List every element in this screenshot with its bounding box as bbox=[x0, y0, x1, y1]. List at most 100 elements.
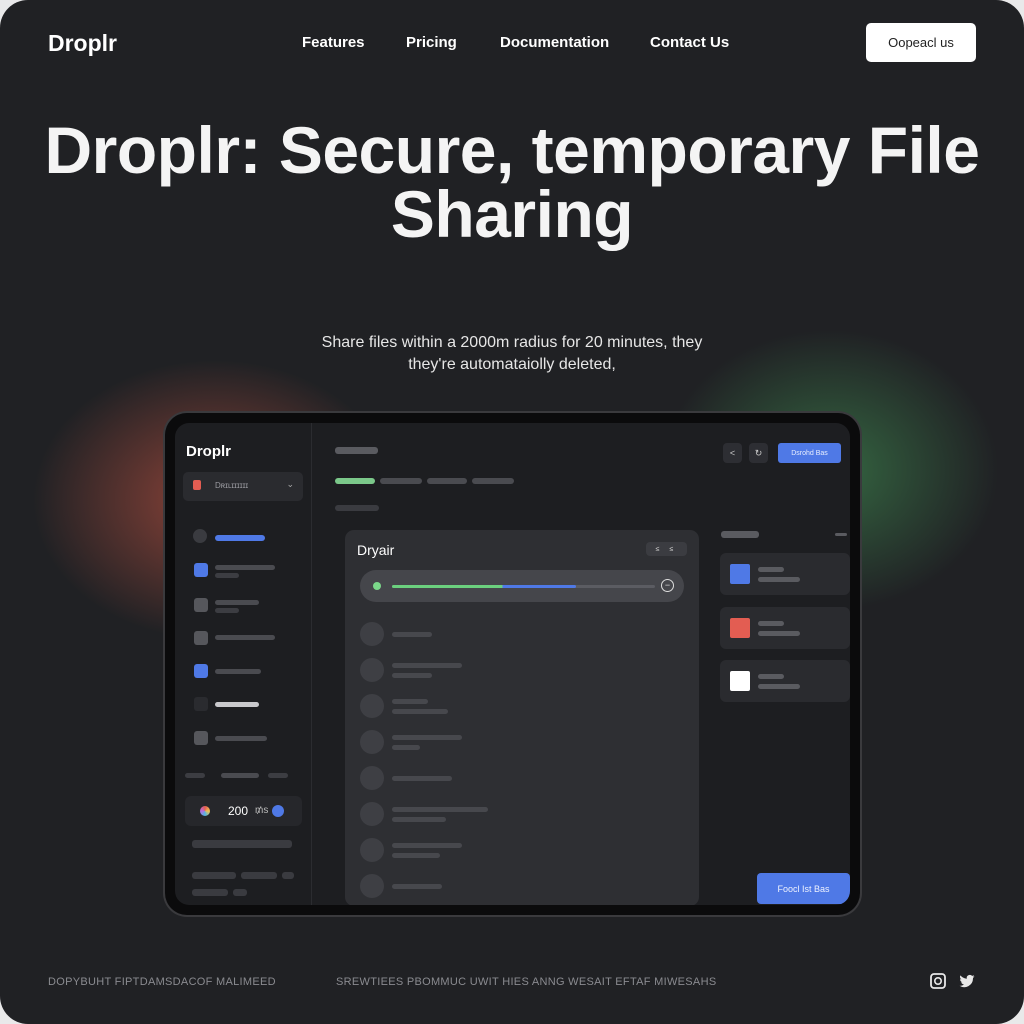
nav-contact[interactable]: Contact Us bbox=[650, 34, 729, 51]
recent-item-label bbox=[758, 621, 784, 626]
file-color-icon bbox=[730, 671, 750, 691]
recent-item-label bbox=[758, 674, 784, 679]
nav-documentation[interactable]: Documentation bbox=[500, 34, 609, 51]
refresh-icon[interactable]: ↻ bbox=[749, 443, 768, 463]
file-avatar bbox=[360, 802, 384, 826]
folder-icon bbox=[194, 731, 208, 745]
file-meta bbox=[392, 745, 420, 750]
file-row[interactable] bbox=[360, 766, 680, 792]
share-icon[interactable]: < bbox=[723, 443, 742, 463]
tab[interactable] bbox=[472, 478, 514, 484]
card-title: Dryair bbox=[357, 542, 395, 558]
sidebar-item-label bbox=[215, 600, 259, 605]
folder-icon bbox=[194, 664, 208, 678]
sidebar-footer-bar bbox=[192, 872, 236, 879]
status-dot bbox=[272, 805, 284, 817]
file-row[interactable] bbox=[360, 802, 680, 828]
file-meta bbox=[392, 817, 446, 822]
file-avatar bbox=[360, 838, 384, 862]
file-name bbox=[392, 807, 488, 812]
file-avatar bbox=[360, 658, 384, 682]
upload-progress[interactable]: − bbox=[360, 570, 684, 602]
file-avatar bbox=[360, 766, 384, 790]
section-divider bbox=[185, 773, 205, 778]
sidebar-item-label bbox=[215, 565, 275, 570]
file-meta bbox=[392, 853, 440, 858]
file-row[interactable] bbox=[360, 694, 680, 720]
section-divider bbox=[221, 773, 259, 778]
app-logo: Droplr bbox=[186, 443, 231, 460]
app-sidebar: Droplr Dʀɪʟɪɪɪɪɪɪ ⌄ 200 ₥s bbox=[175, 423, 312, 905]
recent-heading bbox=[721, 531, 759, 538]
app-screen: Droplr Dʀɪʟɪɪɪɪɪɪ ⌄ 200 ₥s < ↻ Dsrohd Ba… bbox=[175, 423, 850, 905]
nav-cta-button[interactable]: Oopeacl us bbox=[866, 23, 976, 62]
file-row[interactable] bbox=[360, 730, 680, 756]
file-name bbox=[392, 663, 462, 668]
credits-value: 200 bbox=[228, 804, 249, 818]
drop-card: Dryair ≤ ≤ − bbox=[345, 530, 699, 905]
more-icon[interactable] bbox=[835, 533, 847, 536]
recent-item-meta bbox=[758, 631, 800, 636]
file-row[interactable] bbox=[360, 838, 680, 864]
nav-pricing[interactable]: Pricing bbox=[406, 34, 457, 51]
file-avatar bbox=[360, 694, 384, 718]
file-color-icon bbox=[730, 618, 750, 638]
view-toggle[interactable]: ≤ ≤ bbox=[646, 542, 687, 556]
recent-item-label bbox=[758, 567, 784, 572]
section-label bbox=[335, 505, 379, 511]
credits-widget[interactable]: 200 ₥s bbox=[185, 796, 302, 826]
footer-tagline: SREWTIEES PBOMMUC UWIT HIES ANNG WESAIT … bbox=[336, 976, 717, 988]
file-row[interactable] bbox=[360, 622, 680, 648]
folder-icon bbox=[194, 563, 208, 577]
workspace-label: Dʀɪʟɪɪɪɪɪɪ bbox=[215, 481, 249, 490]
app-preview-device: Droplr Dʀɪʟɪɪɪɪɪɪ ⌄ 200 ₥s < ↻ Dsrohd Ba… bbox=[165, 413, 860, 915]
credits-unit: ₥s bbox=[255, 805, 269, 816]
sidebar-footer-bar bbox=[282, 872, 294, 879]
footer-copyright: DOPYBUHT FIPTDAMSDACOF MALIMEED bbox=[48, 976, 276, 988]
file-avatar bbox=[360, 730, 384, 754]
file-avatar bbox=[360, 874, 384, 898]
status-dot bbox=[373, 582, 381, 590]
file-icon bbox=[193, 480, 201, 490]
upload-button[interactable]: Dsrohd Bas bbox=[778, 443, 841, 463]
sidebar-item-label bbox=[215, 736, 267, 741]
recent-item[interactable] bbox=[720, 607, 850, 649]
tab[interactable] bbox=[380, 478, 422, 484]
file-row[interactable] bbox=[360, 874, 680, 900]
tab-active[interactable] bbox=[335, 478, 375, 484]
folder-icon bbox=[194, 631, 208, 645]
file-name bbox=[392, 632, 432, 637]
file-avatar bbox=[360, 622, 384, 646]
file-name bbox=[392, 776, 452, 781]
twitter-icon[interactable] bbox=[958, 972, 976, 990]
sidebar-footer-bar bbox=[192, 889, 228, 896]
folder-icon bbox=[194, 598, 208, 612]
file-name bbox=[392, 699, 428, 704]
sidebar-item-meta bbox=[215, 608, 239, 613]
sidebar-item-label bbox=[215, 535, 265, 541]
sidebar-footer-bar bbox=[241, 872, 277, 879]
nav-features[interactable]: Features bbox=[302, 34, 365, 51]
file-row[interactable] bbox=[360, 658, 680, 684]
workspace-selector[interactable]: Dʀɪʟɪɪɪɪɪɪ ⌄ bbox=[183, 472, 303, 501]
recent-item[interactable] bbox=[720, 553, 850, 595]
sidebar-footer-bar bbox=[233, 889, 247, 896]
file-color-icon bbox=[730, 564, 750, 584]
recent-item[interactable] bbox=[720, 660, 850, 702]
bottom-action-button[interactable]: Foocl Ist Bas bbox=[757, 873, 850, 904]
sidebar-item-label bbox=[215, 669, 261, 674]
tab[interactable] bbox=[427, 478, 467, 484]
file-name bbox=[392, 884, 442, 889]
file-meta bbox=[392, 673, 432, 678]
sidebar-item-meta bbox=[215, 573, 239, 578]
progress-track bbox=[392, 585, 655, 588]
instagram-icon[interactable] bbox=[929, 972, 947, 990]
drop-icon bbox=[193, 529, 207, 543]
file-name bbox=[392, 843, 462, 848]
section-divider bbox=[268, 773, 288, 778]
landing-page: Droplr Features Pricing Documentation Co… bbox=[0, 0, 1024, 1024]
minus-icon[interactable]: − bbox=[661, 579, 674, 592]
file-name bbox=[392, 735, 462, 740]
sidebar-item-label bbox=[215, 635, 275, 640]
progress-fill bbox=[392, 585, 577, 588]
